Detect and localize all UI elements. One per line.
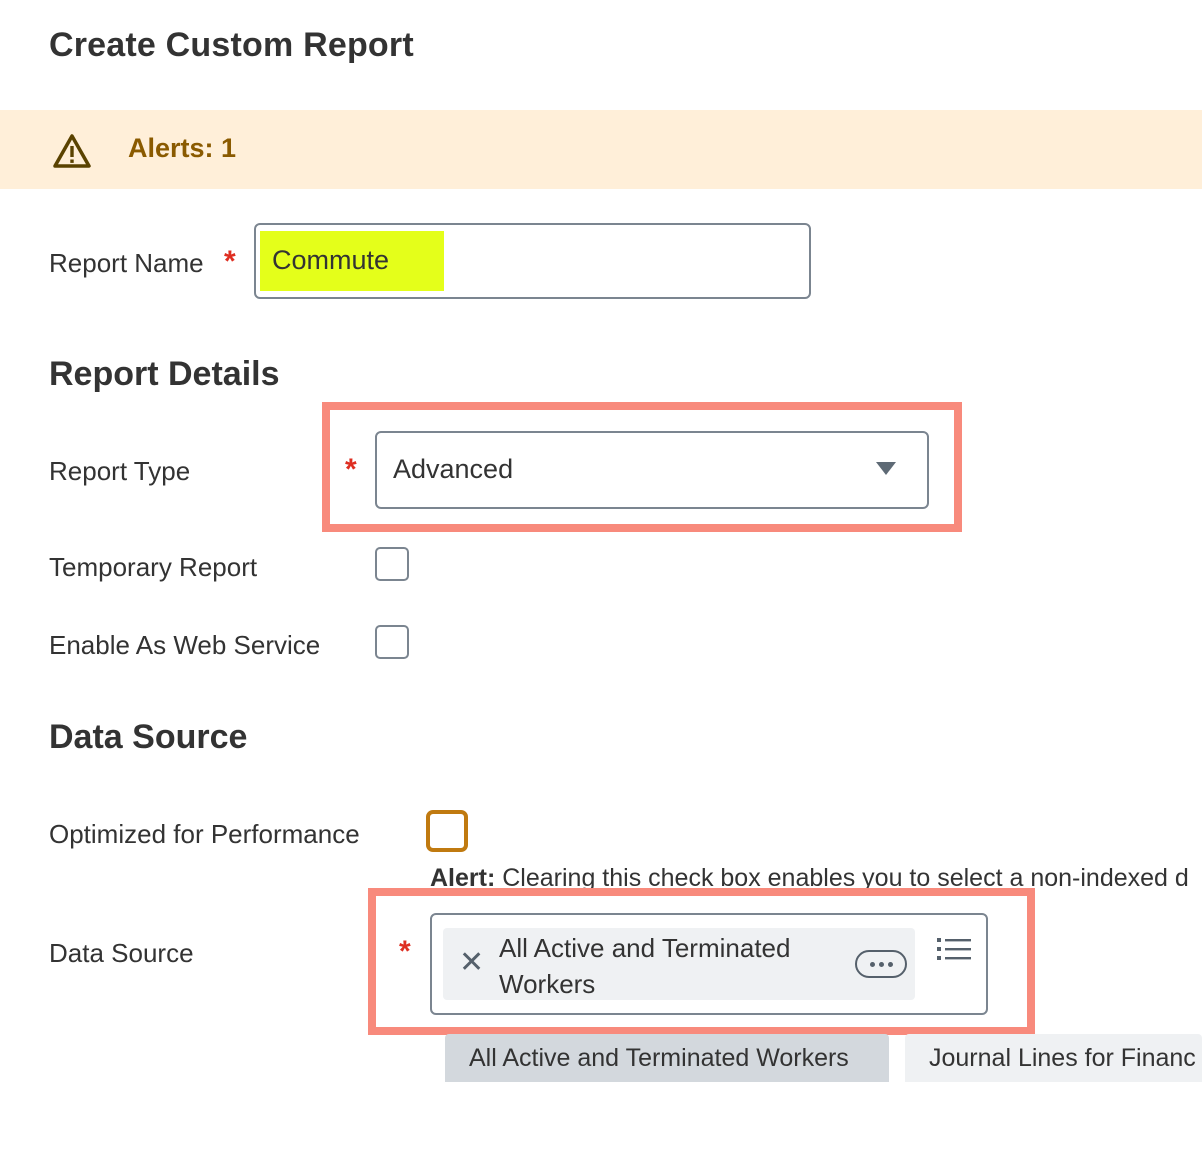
report-name-required-mark: * [224, 245, 236, 278]
close-icon[interactable]: ✕ [459, 948, 484, 978]
enable-web-service-checkbox[interactable] [375, 625, 409, 659]
list-icon[interactable] [937, 936, 973, 966]
data-source-label: Data Source [49, 938, 194, 968]
report-type-value[interactable]: Advanced [393, 454, 513, 485]
chevron-down-icon[interactable] [876, 462, 896, 475]
optimized-performance-label: Optimized for Performance [49, 819, 360, 849]
enable-web-service-label: Enable As Web Service [49, 630, 321, 660]
report-type-required-mark: * [345, 453, 357, 486]
report-name-value[interactable]: Commute [272, 245, 389, 276]
page-title: Create Custom Report [49, 26, 414, 64]
data-source-required-mark: * [399, 935, 411, 968]
more-options-icon[interactable] [855, 950, 907, 978]
suggestion-item[interactable]: All Active and Terminated Workers [445, 1034, 889, 1082]
optimized-performance-checkbox[interactable] [426, 810, 468, 852]
temporary-report-checkbox[interactable] [375, 547, 409, 581]
report-details-heading: Report Details [49, 355, 280, 393]
selected-item-label: All Active and Terminated Workers [499, 933, 791, 999]
warning-triangle-icon [53, 134, 91, 168]
report-type-label: Report Type [49, 456, 191, 486]
data-source-heading: Data Source [49, 718, 248, 756]
temporary-report-label: Temporary Report [49, 552, 258, 582]
report-name-label: Report Name [49, 248, 204, 278]
suggestion-item[interactable]: Journal Lines for Financ [905, 1034, 1202, 1082]
alerts-count[interactable]: Alerts: 1 [128, 133, 236, 164]
